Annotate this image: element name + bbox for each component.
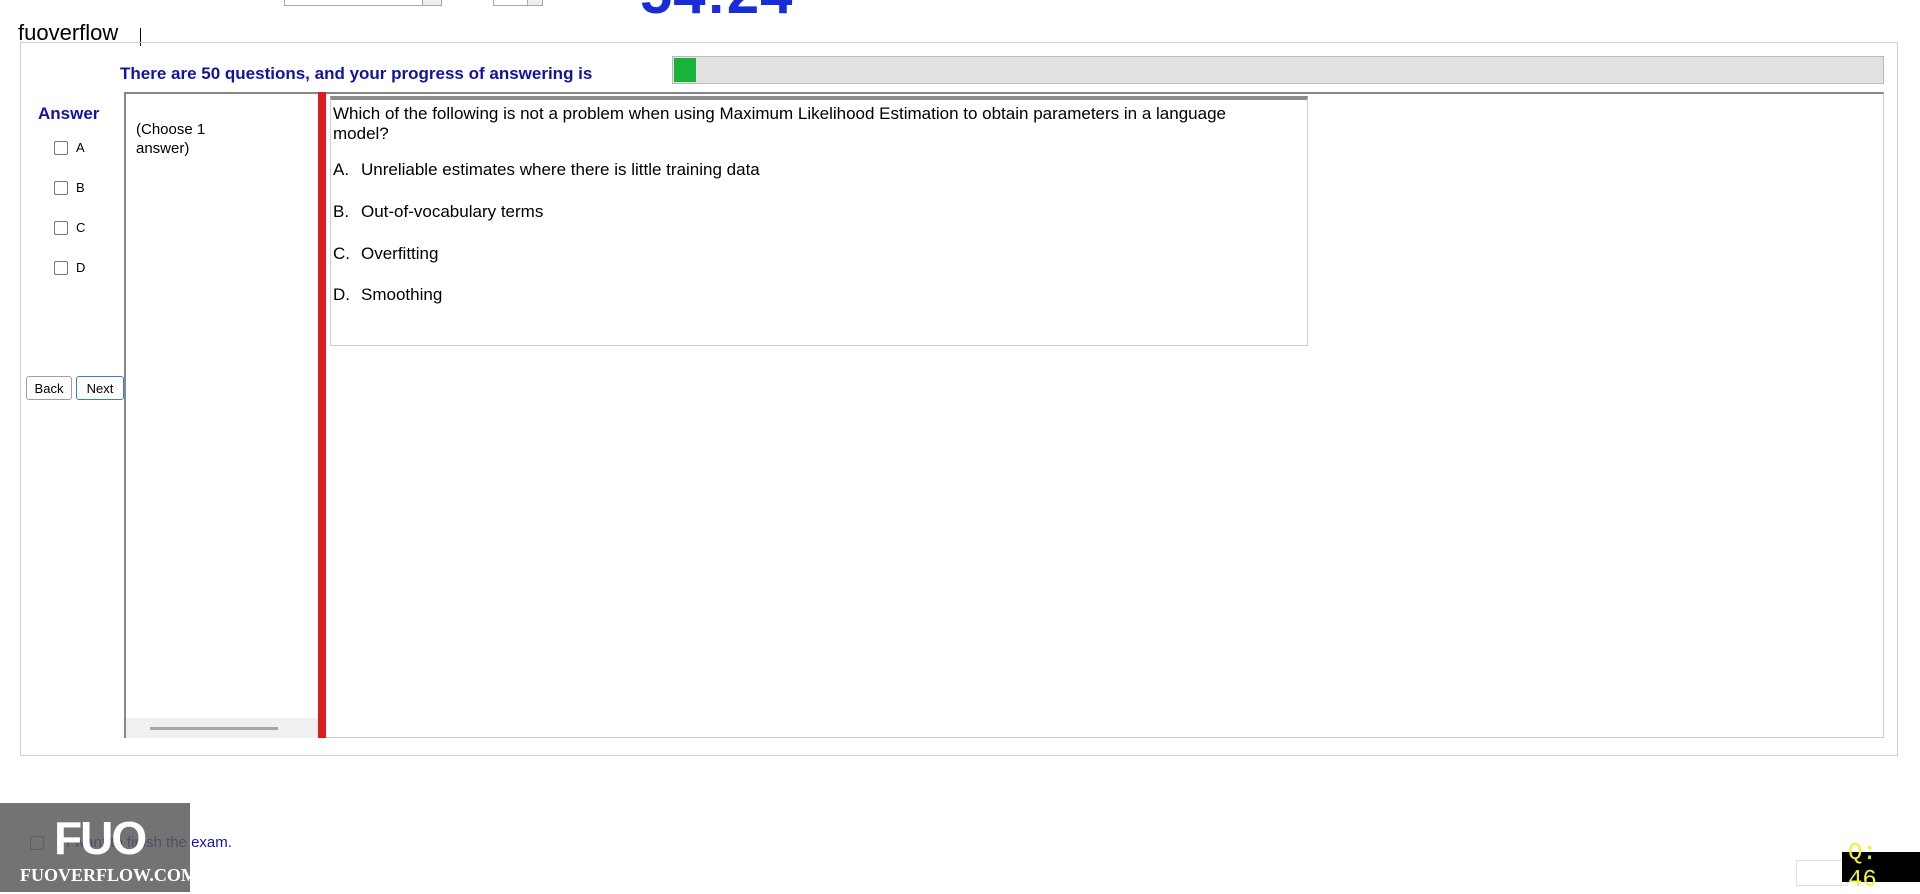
back-button[interactable]: Back (26, 376, 72, 400)
choose-instruction-text: (Choose 1 answer) (136, 121, 206, 157)
next-button[interactable]: Next (76, 376, 124, 400)
horizontal-scrollbar[interactable] (126, 718, 320, 738)
answer-option-c[interactable]: C (54, 220, 85, 235)
choice-d: D. Smoothing (333, 285, 442, 305)
progress-bar-fill (674, 58, 696, 82)
countdown-timer: 54:24 (640, 0, 793, 27)
choice-a: A. Unreliable estimates where there is li… (333, 160, 760, 180)
bottom-input-box[interactable] (1796, 860, 1848, 886)
answer-checkbox-b[interactable] (54, 180, 68, 195)
choice-text: Unreliable estimates where there is litt… (361, 160, 760, 179)
progress-label: There are 50 questions, and your progres… (120, 64, 593, 83)
choice-c: C. Overfitting (333, 244, 438, 264)
choice-b: B. Out-of-vocabulary terms (333, 202, 543, 222)
answer-checkbox-a[interactable] (54, 140, 68, 155)
top-small-dropdown[interactable] (493, 0, 543, 6)
choice-text: Smoothing (361, 285, 443, 304)
question-text: Which of the following is not a problem … (333, 104, 1226, 143)
choice-letter: C. (333, 244, 350, 263)
answer-option-label: A (76, 140, 85, 155)
answer-option-label: C (76, 220, 86, 235)
panel-divider (318, 92, 326, 738)
choice-letter: A. (333, 160, 350, 179)
answer-checkbox-c[interactable] (54, 220, 68, 235)
watermark-logo-text: FUO (54, 812, 147, 864)
watermark-url: FUOVERFLOW.COM (20, 865, 198, 885)
scrollbar-thumb[interactable] (150, 727, 278, 730)
answer-title: Answer (38, 104, 100, 123)
answer-checkbox-d[interactable] (54, 260, 68, 275)
watermark-logo: FUO FUOVERFLOW.COM (0, 803, 198, 892)
question-box: Which of the following is not a problem … (330, 96, 1308, 346)
answer-option-a[interactable]: A (54, 140, 85, 155)
choose-instruction-panel: (Choose 1 answer) (124, 92, 320, 738)
choice-text: Out-of-vocabulary terms (361, 202, 544, 221)
answer-option-d[interactable]: D (54, 260, 85, 275)
top-dropdown[interactable] (284, 0, 442, 6)
choice-letter: D. (333, 285, 350, 304)
answer-option-b[interactable]: B (54, 180, 85, 195)
choice-letter: B. (333, 202, 350, 221)
answer-option-label: D (76, 260, 86, 275)
answer-option-label: B (76, 180, 85, 195)
choice-text: Overfitting (361, 244, 439, 263)
question-area: Which of the following is not a problem … (326, 92, 1884, 738)
question-counter: Q: 46 (1842, 840, 1920, 894)
progress-bar (672, 56, 1884, 84)
